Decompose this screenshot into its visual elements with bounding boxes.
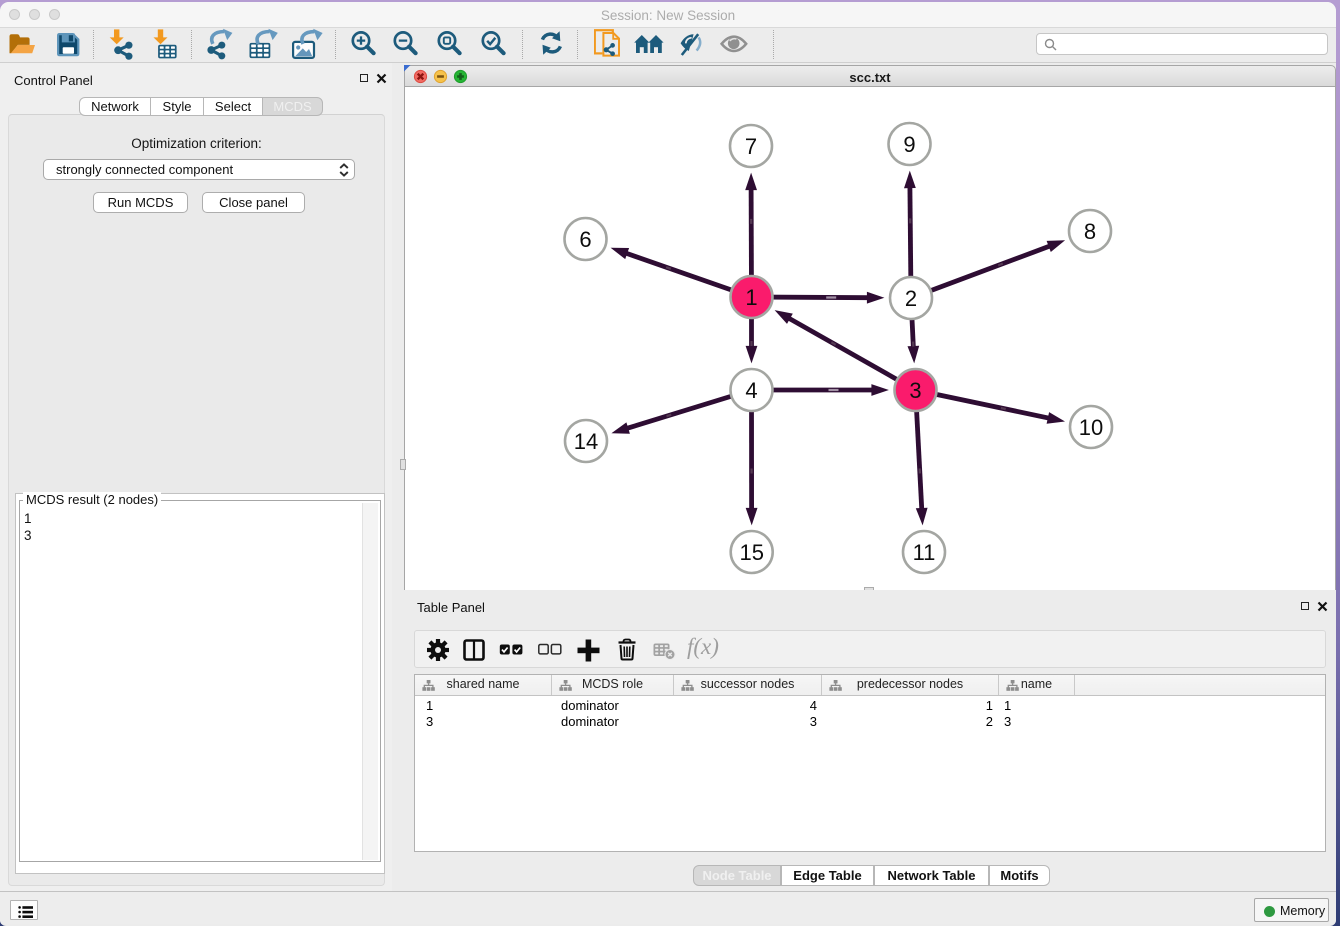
svg-text:2: 2 bbox=[905, 286, 917, 311]
svg-text:6: 6 bbox=[579, 227, 591, 252]
svg-text:1: 1 bbox=[745, 285, 757, 310]
svg-text:7: 7 bbox=[745, 134, 757, 159]
svg-text:11: 11 bbox=[913, 540, 936, 565]
svg-text:10: 10 bbox=[1079, 415, 1103, 440]
svg-text:3: 3 bbox=[909, 378, 921, 403]
svg-text:8: 8 bbox=[1084, 219, 1096, 244]
svg-text:15: 15 bbox=[739, 540, 763, 565]
svg-text:14: 14 bbox=[574, 429, 598, 454]
svg-text:4: 4 bbox=[745, 378, 757, 403]
svg-text:9: 9 bbox=[903, 132, 915, 157]
